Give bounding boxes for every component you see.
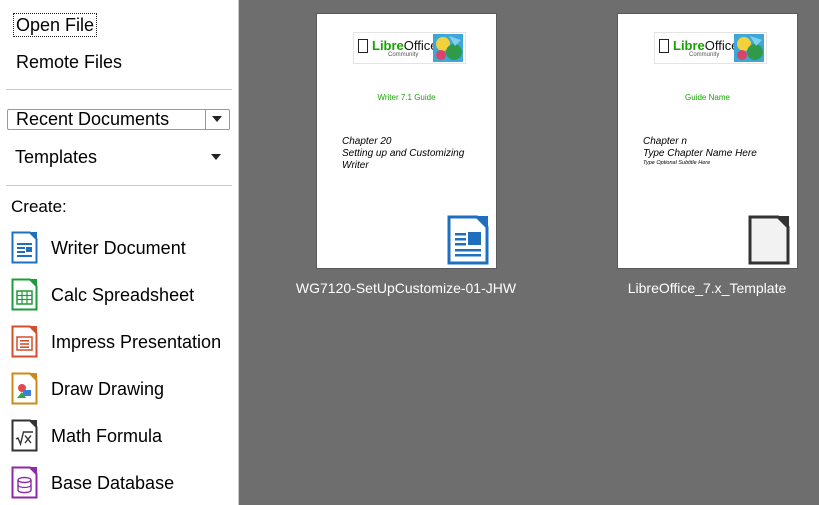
recent-document-caption[interactable]: WG7120-SetUpCustomize-01-JHW — [276, 280, 536, 296]
base-database-icon — [11, 466, 38, 499]
chevron-down-icon — [212, 116, 222, 122]
create-item-label: Base Database — [51, 473, 175, 493]
chapter-line: Chapter 20 — [342, 136, 392, 147]
recent-documents-button[interactable]: Recent Documents — [7, 109, 230, 130]
sidebar-separator — [6, 185, 232, 186]
recent-document-caption[interactable]: LibreOffice_7.x_Template — [577, 280, 819, 296]
create-item-label: Math Formula — [51, 426, 163, 446]
libreoffice-logo: LibreOffice Community — [654, 32, 767, 64]
libreoffice-logo: LibreOffice Community — [353, 32, 466, 64]
create-math-formula-button[interactable]: Math Formula — [11, 419, 233, 453]
create-impress-presentation-button[interactable]: Impress Presentation — [11, 325, 233, 359]
logo-libre-text: Libre — [673, 38, 705, 53]
create-item-label: Writer Document — [51, 238, 186, 258]
create-item-label: Calc Spreadsheet — [51, 285, 195, 305]
create-draw-drawing-button[interactable]: Draw Drawing — [11, 372, 233, 406]
create-item-label: Draw Drawing — [51, 379, 165, 399]
recent-document-thumbnail[interactable]: LibreOffice Community Writer 7.1 Guide C… — [316, 13, 497, 269]
templates-button[interactable]: Templates — [15, 146, 97, 168]
remote-files-button[interactable]: Remote Files — [16, 51, 122, 73]
logo-libre-text: Libre — [372, 38, 404, 53]
generic-document-icon — [748, 215, 790, 265]
chapter-subtitle: Type Optional Subtitle Here — [643, 160, 711, 166]
start-center-sidebar: Open File Remote Files Recent Documents … — [0, 0, 239, 505]
chapter-line: Type Chapter Name Here — [643, 148, 757, 159]
logo-community-text: Community — [388, 52, 419, 58]
chapter-heading: Chapter 20 Setting up and Customizing Wr… — [342, 136, 464, 172]
chevron-down-icon[interactable] — [211, 154, 221, 160]
document-icon — [358, 39, 368, 53]
chapter-heading: Chapter n Type Chapter Name Here — [643, 136, 757, 160]
chapter-line: Setting up and Customizing — [342, 148, 465, 159]
recent-document-thumbnail[interactable]: LibreOffice Community Guide Name Chapter… — [617, 13, 798, 269]
recent-documents-label: Recent Documents — [16, 109, 170, 129]
chapter-line: Chapter n — [643, 136, 687, 147]
logo-community-text: Community — [689, 52, 720, 58]
chapter-line: Writer — [342, 160, 369, 171]
math-formula-icon — [11, 419, 38, 452]
calc-spreadsheet-icon — [11, 278, 38, 311]
draw-drawing-icon — [11, 372, 38, 405]
writer-document-icon — [447, 215, 489, 265]
open-file-button[interactable]: Open File — [13, 13, 98, 37]
community-art-icon — [734, 34, 764, 62]
recent-documents-area: LibreOffice Community Writer 7.1 Guide C… — [239, 0, 819, 505]
create-item-label: Impress Presentation — [51, 332, 222, 352]
create-writer-document-button[interactable]: Writer Document — [11, 231, 233, 265]
create-base-database-button[interactable]: Base Database — [11, 466, 233, 500]
writer-document-icon — [11, 231, 38, 264]
document-icon — [659, 39, 669, 53]
guide-title: Guide Name — [685, 93, 730, 102]
guide-title: Writer 7.1 Guide — [377, 93, 436, 102]
create-calc-spreadsheet-button[interactable]: Calc Spreadsheet — [11, 278, 233, 312]
sidebar-separator — [6, 89, 232, 90]
recent-documents-dropdown[interactable] — [205, 110, 229, 129]
create-label: Create: — [11, 197, 67, 216]
impress-presentation-icon — [11, 325, 38, 358]
community-art-icon — [433, 34, 463, 62]
